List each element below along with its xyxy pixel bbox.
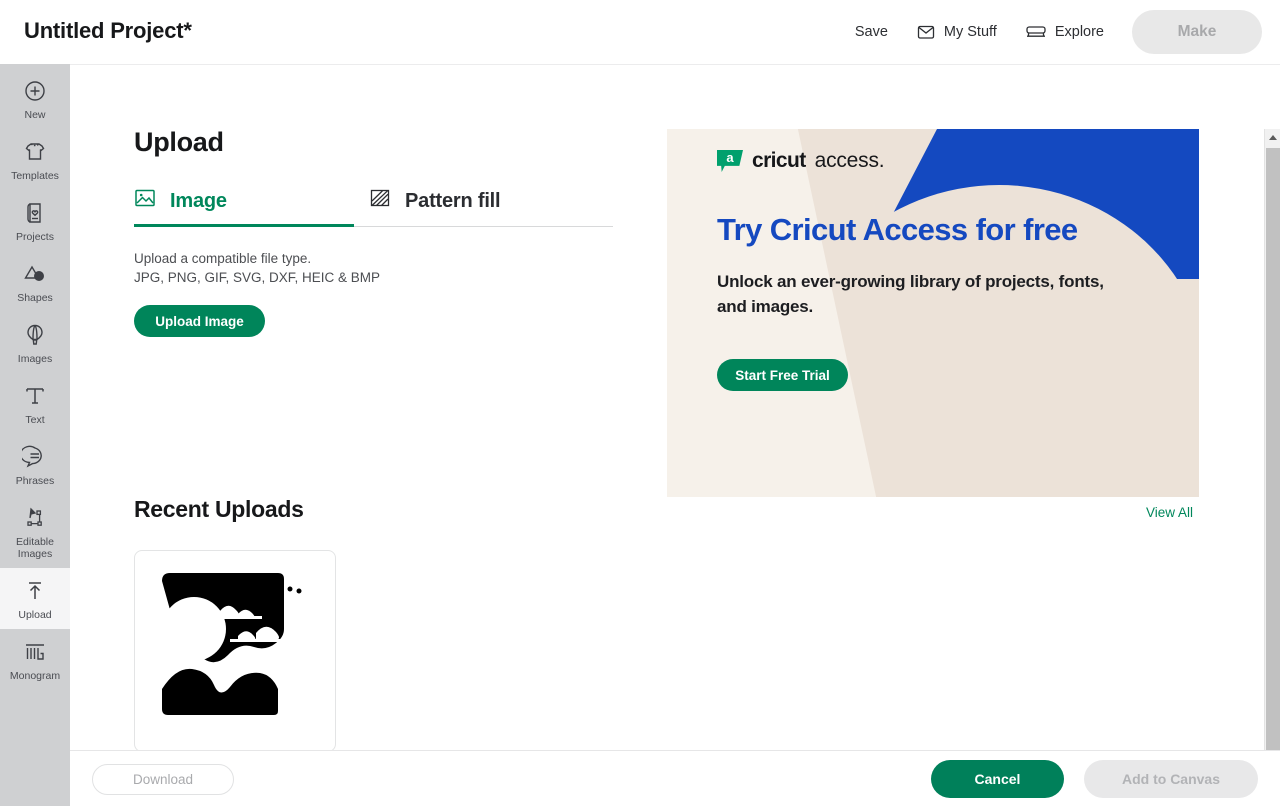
sidebar-item-images[interactable]: Images xyxy=(0,312,70,373)
panel-scrollbar[interactable] xyxy=(1264,129,1280,750)
top-bar: Untitled Project* Save My Stuff Explore … xyxy=(0,0,1280,64)
cancel-button[interactable]: Cancel xyxy=(931,760,1064,798)
start-free-trial-button[interactable]: Start Free Trial xyxy=(717,359,848,391)
promo-content: a cricut access. Try Cricut Access for f… xyxy=(667,129,1199,497)
sidebar-item-editable-images[interactable]: Editable Images xyxy=(0,495,70,568)
text-t-icon xyxy=(22,383,48,409)
scrollbar-thumb[interactable] xyxy=(1266,148,1280,750)
speech-bubble-icon xyxy=(22,444,48,470)
upload-hint: Upload a compatible file type. JPG, PNG,… xyxy=(134,249,380,287)
sidebar-item-templates[interactable]: Templates xyxy=(0,129,70,190)
tab-image[interactable]: Image xyxy=(134,175,354,227)
explore-button[interactable]: Explore xyxy=(1011,12,1118,52)
tab-pattern-label: Pattern fill xyxy=(405,189,501,212)
tab-pattern-fill[interactable]: Pattern fill xyxy=(369,175,501,227)
monogram-icon xyxy=(22,639,48,665)
tshirt-icon xyxy=(22,139,48,165)
top-bar-actions: Save My Stuff Explore Make xyxy=(841,0,1262,64)
make-button[interactable]: Make xyxy=(1132,10,1262,54)
promo-subhead: Unlock an ever-growing library of projec… xyxy=(717,272,1104,316)
inbox-icon xyxy=(916,22,936,42)
logo-word-cricut: cricut xyxy=(752,149,806,172)
cricut-badge-icon: a xyxy=(717,150,743,172)
sidebar-item-monogram[interactable]: Monogram xyxy=(0,629,70,690)
upload-thumbnail xyxy=(160,571,312,723)
promo-headline: Try Cricut Access for free xyxy=(717,212,1078,247)
footer-bar: Download Cancel Add to Canvas xyxy=(70,750,1280,806)
my-stuff-button[interactable]: My Stuff xyxy=(902,12,1011,52)
sidebar-item-label: Templates xyxy=(11,170,59,182)
upload-arrow-icon xyxy=(22,578,48,604)
sidebar-item-phrases[interactable]: Phrases xyxy=(0,434,70,495)
sidebar-item-label: Editable Images xyxy=(16,536,54,560)
picture-icon xyxy=(134,187,156,215)
left-sidebar: New Templates Projects Shapes Images Tex… xyxy=(0,64,70,806)
sidebar-item-text[interactable]: Text xyxy=(0,373,70,434)
recent-uploads-heading: Recent Uploads xyxy=(134,496,304,522)
list-item[interactable] xyxy=(134,550,336,750)
sidebar-item-label: Phrases xyxy=(15,475,55,487)
view-all-link[interactable]: View All xyxy=(1146,505,1193,520)
sidebar-item-label: Images xyxy=(17,353,53,365)
badge-letter: a xyxy=(726,150,734,165)
save-label: Save xyxy=(854,24,888,40)
cricut-access-logo: a cricut access. xyxy=(717,149,885,173)
sidebar-item-label: Monogram xyxy=(9,670,61,682)
shapes-icon xyxy=(22,261,48,287)
sidebar-item-upload[interactable]: Upload xyxy=(0,568,70,629)
editable-nodes-icon xyxy=(22,505,48,531)
cricut-access-promo[interactable]: a cricut access. Try Cricut Access for f… xyxy=(667,129,1199,497)
page-title: Untitled Project* xyxy=(24,18,192,43)
tab-image-label: Image xyxy=(170,189,227,212)
card-heart-icon xyxy=(22,200,48,226)
upload-heading: Upload xyxy=(134,127,224,157)
upload-panel: Upload Image Pattern fill Upload a compa… xyxy=(70,64,1280,750)
hatch-square-icon xyxy=(369,187,391,215)
plus-circle-icon xyxy=(22,78,48,104)
logo-word-access: access. xyxy=(814,149,885,172)
upload-hint-line-1: Upload a compatible file type. xyxy=(134,251,312,266)
sidebar-item-label: Shapes xyxy=(17,292,53,304)
my-stuff-label: My Stuff xyxy=(943,24,997,40)
download-button[interactable]: Download xyxy=(92,764,234,795)
upload-hint-line-2: JPG, PNG, GIF, SVG, DXF, HEIC & BMP xyxy=(134,270,381,285)
explore-label: Explore xyxy=(1054,24,1104,40)
upload-image-button[interactable]: Upload Image xyxy=(134,305,265,337)
hot-air-balloon-icon xyxy=(22,322,48,348)
add-to-canvas-button[interactable]: Add to Canvas xyxy=(1084,760,1258,798)
save-button[interactable]: Save xyxy=(841,12,902,52)
sidebar-item-label: Upload xyxy=(18,609,52,621)
sidebar-item-label: New xyxy=(24,109,46,121)
scroll-up-arrow-icon[interactable] xyxy=(1265,129,1280,146)
machine-icon xyxy=(1025,23,1047,41)
sidebar-item-new[interactable]: New xyxy=(0,64,70,129)
sidebar-item-shapes[interactable]: Shapes xyxy=(0,251,70,312)
sidebar-item-label: Text xyxy=(25,414,45,426)
upload-tabs: Image Pattern fill xyxy=(134,175,613,227)
sidebar-item-projects[interactable]: Projects xyxy=(0,190,70,251)
sidebar-item-label: Projects xyxy=(16,231,54,243)
tab-active-underline xyxy=(134,224,354,227)
